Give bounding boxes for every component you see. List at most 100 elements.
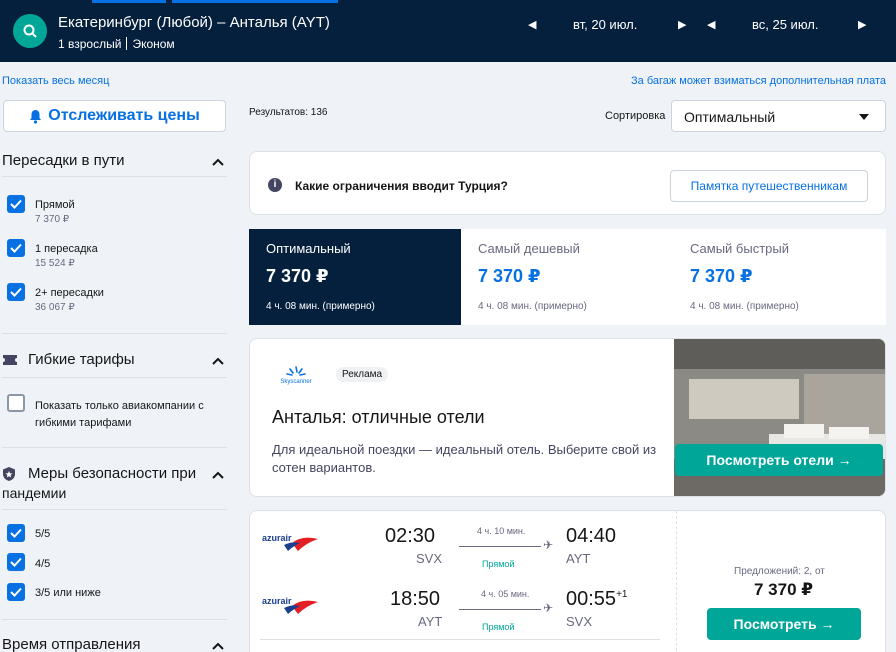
tab-name: Оптимальный xyxy=(266,241,351,256)
option-label: 1 пересадка xyxy=(35,243,98,255)
tab-duration: 4 ч. 08 мин. (примерно) xyxy=(478,301,587,312)
hotel-ad-card: Skyscanner Реклама Анталья: отличные оте… xyxy=(249,338,886,497)
travel-info-card: i Какие ограничения вводит Турция? Памят… xyxy=(249,151,886,215)
arrival-airport: SVX xyxy=(566,614,593,629)
azur-air-logo-icon: azurair xyxy=(262,533,318,551)
divider xyxy=(2,333,227,334)
filter-safety-title[interactable]: Меры безопасности при xyxy=(2,465,196,482)
filter-flex-label: Гибкие тарифы xyxy=(28,351,135,368)
check-icon xyxy=(10,557,22,567)
divider xyxy=(2,509,227,510)
results-count: Результатов: 136 xyxy=(249,107,328,118)
filter-departure-title[interactable]: Время отправления xyxy=(2,636,141,652)
check-icon xyxy=(10,199,22,209)
filter-stops-title[interactable]: Пересадки в пути xyxy=(2,152,125,169)
leg-duration: 4 ч. 05 мин. xyxy=(481,589,530,599)
arrival-time: 04:40 xyxy=(566,525,617,547)
filter-flex-title[interactable]: Гибкие тарифы xyxy=(2,351,135,368)
divider xyxy=(676,511,677,652)
checkbox-safety-4[interactable] xyxy=(7,553,25,571)
depart-prev-arrow-icon[interactable]: ◀ xyxy=(528,18,536,31)
return-prev-arrow-icon[interactable]: ◀ xyxy=(707,18,715,31)
checkbox-safety-5[interactable] xyxy=(7,524,25,542)
divider xyxy=(2,447,227,448)
check-icon xyxy=(10,587,22,597)
tab-price: 7 370 ₽ xyxy=(478,266,541,286)
divider xyxy=(126,37,128,50)
info-icon: i xyxy=(268,178,282,192)
sort-select[interactable]: Оптимальный xyxy=(671,100,886,132)
tab-price: 7 370 ₽ xyxy=(266,266,329,286)
skyscanner-logo-icon: Skyscanner xyxy=(280,366,312,385)
chevron-up-icon[interactable] xyxy=(212,640,224,652)
option-price: 7 370 ₽ xyxy=(35,214,70,225)
route-title[interactable]: Екатеринбург (Любой) – Анталья (AYT) xyxy=(58,14,330,31)
chevron-up-icon[interactable] xyxy=(212,156,224,168)
check-icon xyxy=(10,287,22,297)
leg-type: Прямой xyxy=(482,559,515,569)
option-label: Показать только авиакомпании с гибкими т… xyxy=(35,400,204,429)
tab-duration: 4 ч. 08 мин. (примерно) xyxy=(266,301,375,312)
filter-safety-title-line2: пандемии xyxy=(2,485,67,501)
depart-date[interactable]: вт, 20 июл. xyxy=(573,17,637,32)
airline-logo-text: azurair xyxy=(262,596,292,606)
caret-down-icon xyxy=(859,114,869,120)
search-button[interactable] xyxy=(13,14,47,48)
ad-title: Анталья: отличные отели xyxy=(272,407,485,427)
departure-time: 02:30 xyxy=(385,525,436,547)
ad-text: Для идеальной поездки — идеальный отель.… xyxy=(272,442,657,475)
search-summary-bar: Екатеринбург (Любой) – Анталья (AYT) 1 в… xyxy=(0,0,896,62)
tab-name: Самый быстрый xyxy=(690,241,789,256)
tab-fastest[interactable]: Самый быстрый 7 370 ₽ 4 ч. 08 мин. (прим… xyxy=(673,229,885,325)
bell-icon xyxy=(30,109,42,124)
airline-logo-text: azurair xyxy=(262,533,292,543)
return-date[interactable]: вс, 25 июл. xyxy=(752,17,818,32)
departure-airport: AYT xyxy=(418,614,443,629)
option-label: 2+ пересадки xyxy=(35,287,104,299)
sort-tabs: Оптимальный 7 370 ₽ 4 ч. 08 мин. (пример… xyxy=(249,229,886,325)
show-month-link[interactable]: Показать весь месяц xyxy=(2,75,109,87)
flight-result-card[interactable]: azurair 02:30 SVX 4 ч. 10 мин. ✈ Прямой … xyxy=(249,510,886,652)
check-icon xyxy=(10,528,22,538)
divider xyxy=(2,176,227,177)
tab-optimal[interactable]: Оптимальный 7 370 ₽ 4 ч. 08 мин. (пример… xyxy=(249,229,461,325)
next-day-indicator: +1 xyxy=(616,589,628,600)
tab-duration: 4 ч. 08 мин. (примерно) xyxy=(690,301,799,312)
passengers-label: 1 взрослый xyxy=(58,37,122,51)
shield-icon xyxy=(3,466,15,481)
filter-safety-label: Меры безопасности при xyxy=(28,465,197,482)
tab-cheapest[interactable]: Самый дешевый 7 370 ₽ 4 ч. 08 мин. (прим… xyxy=(461,229,673,325)
departure-airport: SVX xyxy=(416,551,443,566)
checkbox-two-plus-stops[interactable] xyxy=(7,283,25,301)
baggage-fee-link[interactable]: За багаж может взиматься дополнительная … xyxy=(631,75,886,87)
view-hotels-button[interactable]: Посмотреть отели → xyxy=(675,444,883,476)
sort-value: Оптимальный xyxy=(684,109,776,125)
departure-time: 18:50 xyxy=(390,588,441,610)
checkbox-flex-only[interactable] xyxy=(7,394,25,412)
option-label: 3/5 или ниже xyxy=(35,587,101,599)
chevron-up-icon[interactable] xyxy=(212,469,224,481)
track-prices-label: Отслеживать цены xyxy=(48,107,200,124)
tab-stripe xyxy=(92,0,166,3)
track-prices-button[interactable]: Отслеживать цены xyxy=(3,100,226,132)
depart-next-arrow-icon[interactable]: ▶ xyxy=(678,18,686,31)
passenger-cabin[interactable]: 1 взрослый Эконом xyxy=(58,37,175,51)
chevron-up-icon[interactable] xyxy=(212,355,224,367)
return-next-arrow-icon[interactable]: ▶ xyxy=(858,18,866,31)
arrival-time-value: 00:55 xyxy=(566,588,617,610)
checkbox-one-stop[interactable] xyxy=(7,239,25,257)
leg-type: Прямой xyxy=(482,622,515,632)
checkbox-direct[interactable] xyxy=(7,195,25,213)
info-question: Какие ограничения вводит Турция? xyxy=(295,179,508,193)
tab-stripe xyxy=(172,0,338,3)
option-price: 15 524 ₽ xyxy=(35,258,75,269)
divider xyxy=(2,377,227,378)
ad-badge: Реклама xyxy=(336,367,389,382)
view-flight-button[interactable]: Посмотреть → xyxy=(707,608,861,640)
offers-count: Предложений: 2, от xyxy=(734,566,825,577)
check-icon xyxy=(10,243,22,253)
checkbox-safety-3[interactable] xyxy=(7,583,25,601)
option-label: 5/5 xyxy=(35,528,51,540)
sort-label: Сортировка xyxy=(605,110,666,122)
traveler-memo-button[interactable]: Памятка путешественникам xyxy=(670,170,868,202)
